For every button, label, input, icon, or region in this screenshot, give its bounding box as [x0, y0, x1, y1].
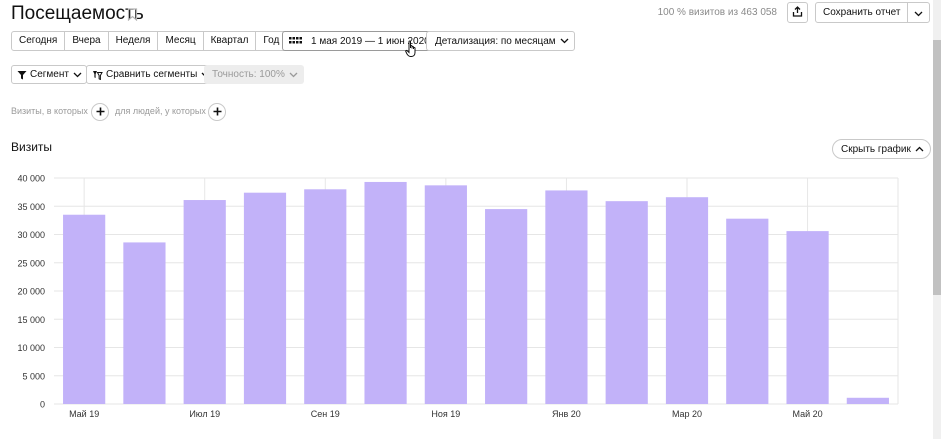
hide-chart-label: Скрыть график [841, 143, 911, 155]
bar [485, 209, 528, 404]
y-tick-label: 10 000 [17, 343, 45, 353]
period-month-button[interactable]: Месяц [158, 32, 204, 50]
y-tick-label: 30 000 [17, 230, 45, 240]
bar [63, 214, 106, 404]
x-tick-label: Июл 19 [189, 409, 220, 419]
y-tick-label: 20 000 [17, 287, 45, 297]
period-selector: Сегодня Вчера Неделя Месяц Квартал Год [11, 31, 288, 51]
chevron-down-icon [914, 4, 923, 22]
hand-cursor-icon [405, 40, 419, 58]
hide-chart-button[interactable]: Скрыть график [832, 139, 931, 159]
plus-icon [213, 103, 222, 121]
detail-select[interactable]: Детализация: по месяцам [426, 31, 575, 51]
bar [846, 397, 889, 404]
filter-icon [17, 70, 27, 80]
y-tick-label: 25 000 [17, 258, 45, 268]
bar [605, 201, 648, 404]
bar [243, 192, 287, 404]
x-tick-label: Мар 20 [672, 409, 702, 419]
x-tick-label: Сен 19 [311, 409, 340, 419]
x-tick-label: Янв 20 [552, 409, 581, 419]
period-yesterday-button[interactable]: Вчера [65, 32, 109, 50]
accuracy-select[interactable]: Точность: 100% [204, 65, 304, 84]
bar [304, 189, 347, 404]
x-tick-label: Май 20 [792, 409, 822, 419]
bar [183, 200, 226, 404]
export-icon [792, 4, 803, 22]
add-people-filter-button[interactable] [208, 103, 226, 121]
segment-label: Сегмент [30, 69, 69, 80]
page-title: Посещаемость [11, 3, 144, 24]
period-quarter-button[interactable]: Квартал [204, 32, 257, 50]
save-report-button[interactable]: Сохранить отчет [816, 3, 909, 22]
bar [364, 181, 407, 404]
bar [726, 218, 769, 404]
save-report-menu-button[interactable] [908, 3, 929, 22]
save-report-group: Сохранить отчет [815, 2, 931, 23]
chart-title: Визиты [11, 140, 53, 154]
chevron-down-icon [560, 38, 569, 44]
detail-select-label: Детализация: по месяцам [435, 35, 556, 47]
chevron-down-icon [73, 72, 82, 78]
period-today-button[interactable]: Сегодня [12, 32, 66, 50]
y-tick-label: 5 000 [22, 371, 45, 381]
chevron-down-icon [289, 72, 298, 78]
y-tick-label: 15 000 [17, 315, 45, 325]
visits-filter-label: Визиты, в которых [11, 106, 88, 116]
calendar-icon [289, 36, 302, 46]
sample-info: 100 % визитов из 463 058 [657, 7, 777, 18]
accuracy-label: Точность: 100% [212, 69, 285, 80]
compare-segments-label: Сравнить сегменты [106, 69, 198, 80]
x-tick-label: Май 19 [69, 409, 99, 419]
compare-segments-button[interactable]: Сравнить сегменты [86, 65, 216, 84]
bar [123, 242, 166, 404]
bar [424, 185, 467, 404]
period-week-button[interactable]: Неделя [109, 32, 159, 50]
visits-bar-chart: 0 5 000 10 000 15 000 20 000 25 000 30 000 35 0… [17, 174, 899, 419]
bookmark-icon[interactable] [127, 8, 138, 21]
segment-button[interactable]: Сегмент [11, 65, 87, 84]
export-button[interactable] [787, 2, 808, 23]
bar [786, 231, 829, 404]
x-tick-label: Ноя 19 [431, 409, 460, 419]
visits-chart: 0 5 000 10 000 15 000 20 000 25 000 30 000 35 0… [0, 160, 941, 439]
plus-icon [96, 103, 105, 121]
bar [545, 190, 588, 404]
add-visits-filter-button[interactable] [91, 103, 109, 121]
page-scrollbar-thumb[interactable] [933, 40, 941, 295]
chevron-up-icon [915, 146, 924, 152]
bar [665, 197, 709, 404]
people-filter-label: для людей, у которых [115, 106, 206, 116]
y-tick-label: 40 000 [17, 174, 45, 184]
y-tick-label: 35 000 [17, 202, 45, 212]
compare-segments-icon [92, 70, 103, 80]
y-tick-label: 0 [40, 400, 45, 410]
